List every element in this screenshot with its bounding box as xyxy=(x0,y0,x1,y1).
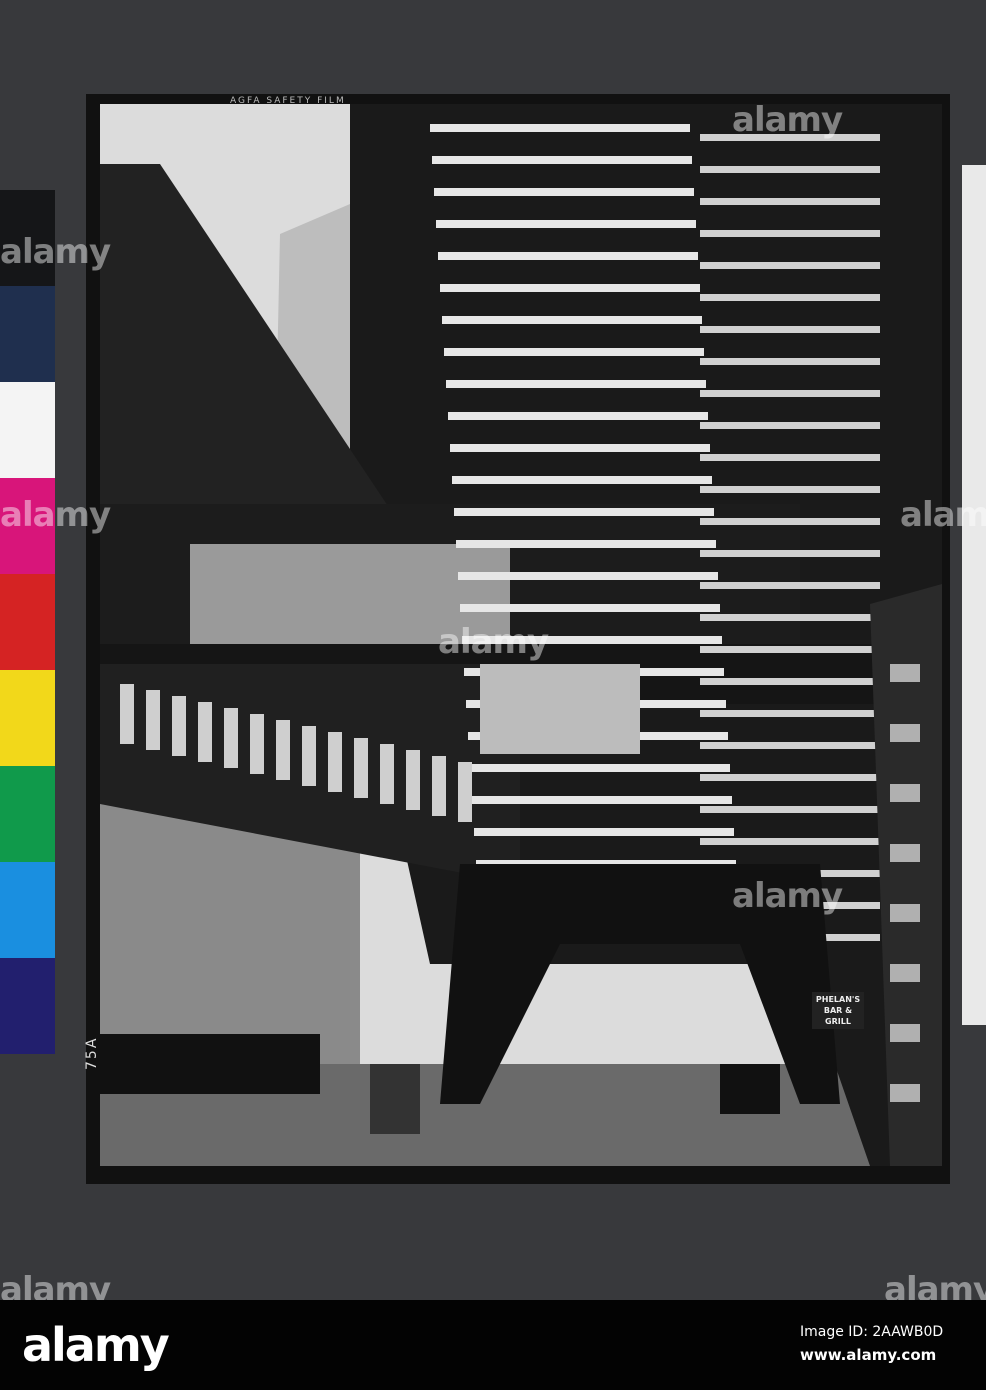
track-slat-gap xyxy=(700,166,880,173)
track-slat-gap xyxy=(470,764,730,772)
column-rivet-light xyxy=(890,1084,920,1102)
watermark: alamy xyxy=(732,100,843,140)
column-rivet-light xyxy=(890,664,920,682)
color-calibration-strip xyxy=(0,190,55,1054)
parked-cars xyxy=(100,1034,320,1094)
gray-scale-strip xyxy=(962,165,986,1025)
column-rivet-light xyxy=(890,964,920,982)
track-slat-gap xyxy=(458,572,718,580)
track-slat-gap xyxy=(700,646,880,653)
lattice-gap xyxy=(172,696,186,756)
column-rivet-light xyxy=(890,1024,920,1042)
watermark: alamy xyxy=(438,622,549,662)
color-swatch xyxy=(0,670,55,766)
negative-number: 75A xyxy=(84,1036,100,1070)
color-swatch xyxy=(0,574,55,670)
lattice-gap xyxy=(432,756,446,816)
lattice-gap xyxy=(250,714,264,774)
lattice-gap xyxy=(276,720,290,780)
alamy-logo: alamy xyxy=(22,1318,170,1372)
track-slat-gap xyxy=(700,774,880,781)
track-slat-gap xyxy=(430,124,690,132)
pedestrians xyxy=(370,1064,420,1134)
color-swatch xyxy=(0,766,55,862)
image-id: Image ID: 2AAWB0D xyxy=(800,1324,944,1340)
lattice-gap xyxy=(458,762,472,822)
car xyxy=(720,1064,780,1114)
film-edge-text: AGFA SAFETY FILM xyxy=(230,96,346,106)
track-slat-gap xyxy=(700,198,880,205)
track-slat-gap xyxy=(472,796,732,804)
track-slat-gap xyxy=(460,604,720,612)
track-slat-gap xyxy=(700,422,880,429)
lattice-gap xyxy=(380,744,394,804)
lattice-gap xyxy=(198,702,212,762)
track-slat-gap xyxy=(700,486,880,493)
track-slat-gap xyxy=(700,742,880,749)
track-slat-gap xyxy=(700,454,880,461)
track-slat-gap xyxy=(700,614,880,621)
lattice-gap xyxy=(120,684,134,744)
column-rivet-light xyxy=(890,724,920,742)
track-slat-gap xyxy=(700,294,880,301)
track-slat-gap xyxy=(442,316,702,324)
watermark: alamy xyxy=(732,876,843,916)
track-slat-gap xyxy=(700,678,880,685)
sign-line: BAR & GRILL xyxy=(823,1006,853,1026)
bar-grill-sign: PHELAN'S BAR & GRILL xyxy=(812,992,864,1029)
track-slat-gap xyxy=(700,806,880,813)
track-slat-gap xyxy=(456,540,716,548)
track-slat-gap xyxy=(700,390,880,397)
track-slat-gap xyxy=(700,518,880,525)
track-slat-gap xyxy=(474,828,734,836)
track-slat-gap xyxy=(700,326,880,333)
track-slat-gap xyxy=(700,550,880,557)
track-slat-gap xyxy=(440,284,700,292)
track-slat-gap xyxy=(450,444,710,452)
track-slat-gap xyxy=(700,838,880,845)
track-slat-gap xyxy=(446,380,706,388)
lattice-gap xyxy=(224,708,238,768)
track-slat-gap xyxy=(432,156,692,164)
column-rivet-light xyxy=(890,844,920,862)
station-house xyxy=(480,664,640,754)
track-slat-gap xyxy=(700,582,880,589)
track-slat-gap xyxy=(436,220,696,228)
color-swatch xyxy=(0,862,55,958)
track-slat-gap xyxy=(438,252,698,260)
color-swatch xyxy=(0,958,55,1054)
track-slat-gap xyxy=(434,188,694,196)
column-rivet-light xyxy=(890,784,920,802)
lattice-gap xyxy=(302,726,316,786)
lattice-gap xyxy=(354,738,368,798)
watermark: alamy xyxy=(0,495,111,535)
track-slat-gap xyxy=(700,710,880,717)
track-slat-gap xyxy=(700,262,880,269)
watermark: alamy xyxy=(0,232,111,272)
lattice-gap xyxy=(406,750,420,810)
lattice-gap xyxy=(328,732,342,792)
track-slat-gap xyxy=(454,508,714,516)
track-slat-gap xyxy=(448,412,708,420)
track-slat-gap xyxy=(700,230,880,237)
track-slat-gap xyxy=(452,476,712,484)
website-link[interactable]: www.alamy.com xyxy=(800,1346,936,1364)
column-rivet-light xyxy=(890,904,920,922)
sign-line: PHELAN'S xyxy=(815,995,861,1004)
color-swatch xyxy=(0,286,55,382)
watermark: alamy xyxy=(900,495,986,535)
footer-bar: alamy Image ID: 2AAWB0D www.alamy.com xyxy=(0,1300,986,1390)
lattice-gap xyxy=(146,690,160,750)
track-slat-gap xyxy=(444,348,704,356)
track-slat-gap xyxy=(700,358,880,365)
color-swatch xyxy=(0,382,55,478)
